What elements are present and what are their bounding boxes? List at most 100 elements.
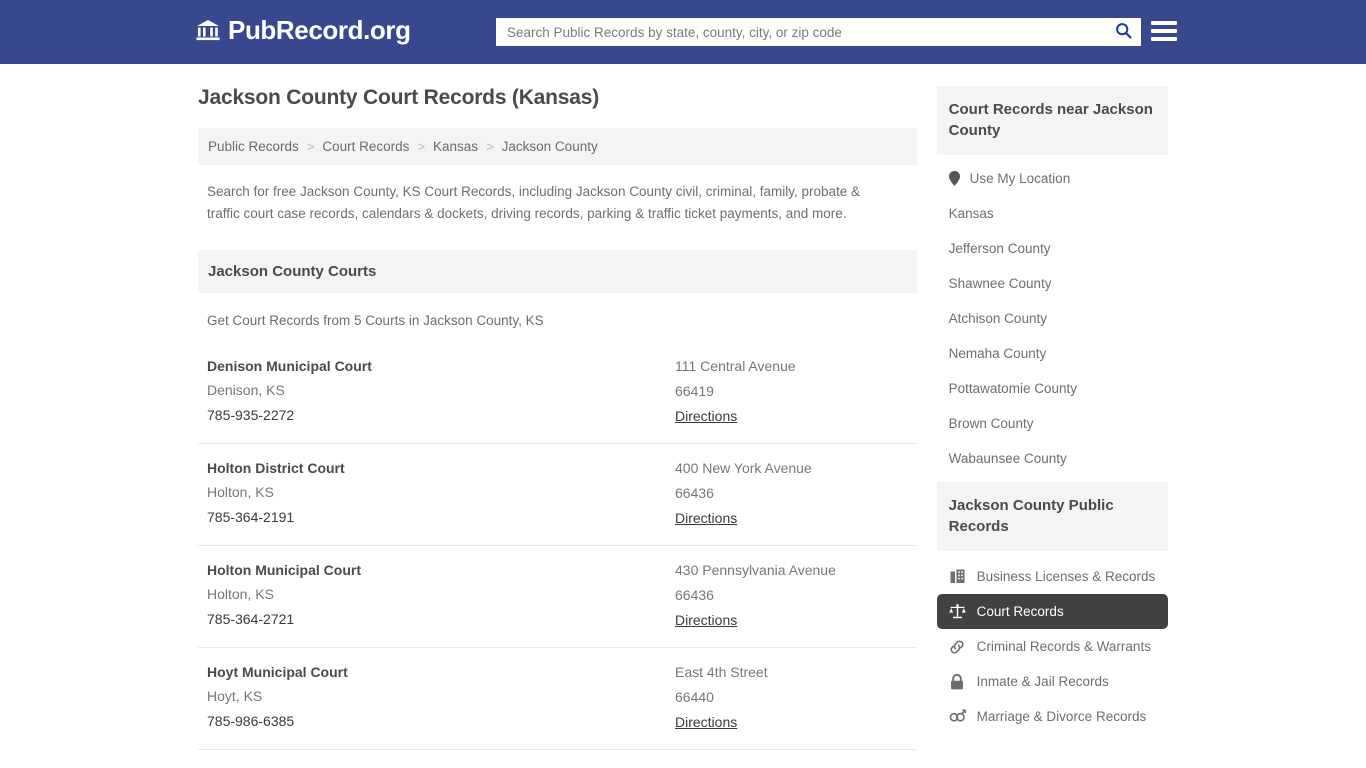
sidebar-item-pottawatomie-county[interactable]: Pottawatomie County	[937, 371, 1168, 406]
sidebar-item-atchison-county[interactable]: Atchison County	[937, 301, 1168, 336]
court-details: Denison Municipal Court Denison, KS 785-…	[207, 358, 675, 426]
scales-of-justice-icon	[949, 603, 966, 620]
court-phone[interactable]: 785-986-6385	[207, 713, 675, 729]
court-row: Denison Municipal Court Denison, KS 785-…	[198, 342, 917, 444]
breadcrumb-item-court-records[interactable]: Court Records	[322, 139, 409, 154]
directions-link[interactable]: Directions	[675, 408, 737, 424]
sidebar-item-label: Pottawatomie County	[949, 381, 1077, 396]
directions-link[interactable]: Directions	[675, 714, 737, 730]
sidebar-item-nemaha-county[interactable]: Nemaha County	[937, 336, 1168, 371]
nearby-panel-heading: Court Records near Jackson County	[937, 86, 1168, 155]
site-logo[interactable]: PubRecord.org	[195, 17, 411, 43]
court-name: Hoyt Municipal Court	[207, 664, 675, 680]
sidebar: Court Records near Jackson County Use My…	[937, 86, 1168, 740]
sidebar-item-inmate-jail-records[interactable]: Inmate & Jail Records	[937, 664, 1168, 699]
sidebar-item-wabaunsee-county[interactable]: Wabaunsee County	[937, 441, 1168, 476]
court-details: Hoyt Municipal Court Hoyt, KS 785-986-63…	[207, 664, 675, 732]
sidebar-item-label: Business Licenses & Records	[977, 569, 1156, 584]
court-zip: 66419	[675, 383, 908, 399]
search-icon	[1115, 22, 1132, 42]
court-phone[interactable]: 785-935-2272	[207, 407, 675, 423]
nearby-court-records-panel: Court Records near Jackson County Use My…	[937, 86, 1168, 476]
hamburger-bar	[1151, 21, 1177, 25]
court-name: Holton District Court	[207, 460, 675, 476]
sidebar-item-criminal-records[interactable]: Criminal Records & Warrants	[937, 629, 1168, 664]
search-button[interactable]	[1106, 19, 1140, 45]
court-address: 400 New York Avenue 66436 Directions	[675, 460, 908, 528]
court-phone[interactable]: 785-364-2191	[207, 509, 675, 525]
court-row: Holton Municipal Court Holton, KS 785-36…	[198, 546, 917, 648]
court-list: Denison Municipal Court Denison, KS 785-…	[198, 342, 917, 768]
sidebar-item-label: Nemaha County	[949, 346, 1047, 361]
breadcrumb-separator-icon: >	[307, 139, 315, 154]
court-zip: 66436	[675, 485, 908, 501]
sidebar-item-label: Kansas	[949, 206, 994, 221]
sidebar-item-marriage-divorce-records[interactable]: Marriage & Divorce Records	[937, 699, 1168, 734]
breadcrumb-item-public-records[interactable]: Public Records	[208, 139, 299, 154]
sidebar-item-brown-county[interactable]: Brown County	[937, 406, 1168, 441]
bank-building-icon	[195, 17, 221, 43]
court-address: 430 Pennsylvania Avenue 66436 Directions	[675, 562, 908, 630]
sidebar-item-label: Inmate & Jail Records	[977, 674, 1109, 689]
breadcrumb-separator-icon: >	[417, 139, 425, 154]
hamburger-bar	[1151, 29, 1177, 33]
sidebar-item-jefferson-county[interactable]: Jefferson County	[937, 231, 1168, 266]
link-chain-icon	[949, 638, 966, 655]
sidebar-item-label: Jefferson County	[949, 241, 1051, 256]
sidebar-item-business-licenses[interactable]: Business Licenses & Records	[937, 559, 1168, 594]
sidebar-item-label: Marriage & Divorce Records	[977, 709, 1147, 724]
court-details: Holton District Court Holton, KS 785-364…	[207, 460, 675, 528]
courts-section-heading: Jackson County Courts	[198, 250, 917, 293]
court-row: Hoyt Municipal Court Hoyt, KS 785-986-63…	[198, 648, 917, 750]
court-phone[interactable]: 785-364-2721	[207, 611, 675, 627]
courts-section-subheading: Get Court Records from 5 Courts in Jacks…	[198, 293, 917, 328]
court-address: East 4th Street 66440 Directions	[675, 664, 908, 732]
site-header: PubRecord.org	[0, 0, 1366, 64]
sidebar-item-label: Shawnee County	[949, 276, 1052, 291]
court-row: Mayetta Municipal Court Mayetta, KS 785-…	[198, 750, 917, 768]
page-intro-text: Search for free Jackson County, KS Court…	[198, 165, 898, 226]
court-city: Holton, KS	[207, 484, 675, 500]
directions-link[interactable]: Directions	[675, 510, 737, 526]
sidebar-item-court-records[interactable]: Court Records	[937, 594, 1168, 629]
court-city: Holton, KS	[207, 586, 675, 602]
directions-link[interactable]: Directions	[675, 612, 737, 628]
court-street: 400 New York Avenue	[675, 460, 908, 476]
public-records-panel-heading: Jackson County Public Records	[937, 482, 1168, 551]
hamburger-menu-icon[interactable]	[1151, 18, 1177, 44]
sidebar-item-use-my-location[interactable]: Use My Location	[937, 161, 1168, 196]
court-details: Holton Municipal Court Holton, KS 785-36…	[207, 562, 675, 630]
padlock-icon	[949, 673, 966, 690]
breadcrumb-item-kansas[interactable]: Kansas	[433, 139, 478, 154]
sidebar-item-shawnee-county[interactable]: Shawnee County	[937, 266, 1168, 301]
public-records-list: Business Licenses & Records	[937, 551, 1168, 734]
sidebar-item-label: Brown County	[949, 416, 1034, 431]
gender-symbols-icon	[949, 708, 966, 725]
public-records-panel: Jackson County Public Records	[937, 482, 1168, 734]
court-zip: 66440	[675, 689, 908, 705]
court-street: East 4th Street	[675, 664, 908, 680]
content-container: Jackson County Court Records (Kansas) Pu…	[198, 86, 1168, 768]
sidebar-item-label: Atchison County	[949, 311, 1047, 326]
court-name: Holton Municipal Court	[207, 562, 675, 578]
breadcrumb-separator-icon: >	[486, 139, 494, 154]
page-body: Jackson County Court Records (Kansas) Pu…	[0, 64, 1366, 768]
search-input[interactable]	[497, 19, 1106, 45]
court-street: 430 Pennsylvania Avenue	[675, 562, 908, 578]
sidebar-item-label: Court Records	[977, 604, 1064, 619]
breadcrumb: Public Records > Court Records > Kansas …	[198, 128, 917, 165]
court-street: 111 Central Avenue	[675, 358, 908, 374]
nearby-links-list: Use My Location Kansas Jefferson County …	[937, 155, 1168, 476]
court-name: Denison Municipal Court	[207, 358, 675, 374]
court-row: Holton District Court Holton, KS 785-364…	[198, 444, 917, 546]
court-address: 111 Central Avenue 66419 Directions	[675, 358, 908, 426]
search-bar	[496, 18, 1141, 46]
breadcrumb-item-jackson-county: Jackson County	[502, 139, 598, 154]
sidebar-item-label: Use My Location	[970, 171, 1071, 186]
court-city: Denison, KS	[207, 382, 675, 398]
sidebar-item-kansas[interactable]: Kansas	[937, 196, 1168, 231]
sidebar-item-label: Criminal Records & Warrants	[977, 639, 1151, 654]
briefcase-icon	[949, 568, 966, 585]
page-title: Jackson County Court Records (Kansas)	[198, 86, 917, 110]
map-pin-icon	[949, 171, 960, 186]
